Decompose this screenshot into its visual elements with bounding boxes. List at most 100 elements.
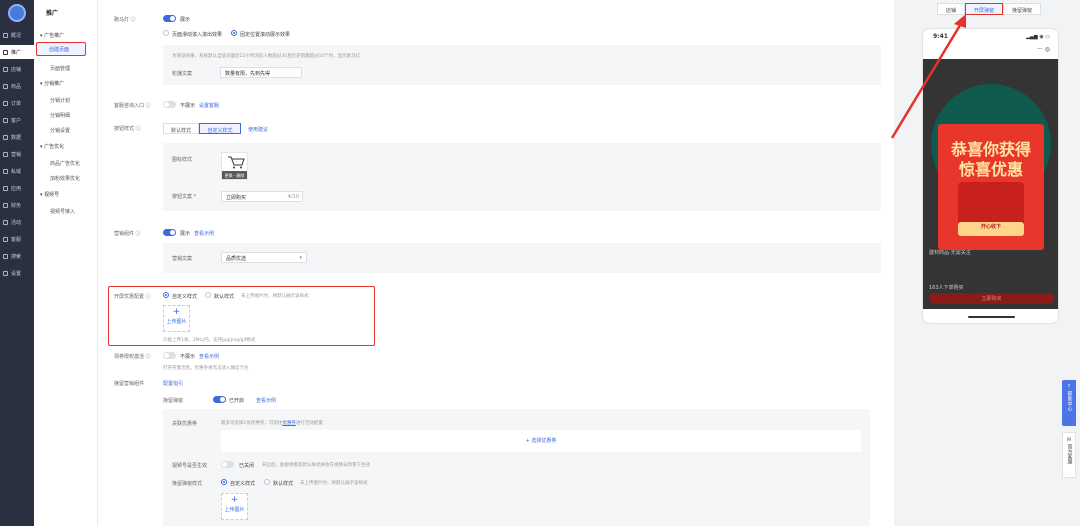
carousel-input[interactable]: 数量有限，先到先得: [220, 67, 302, 78]
sub-group-video[interactable]: ▾ 视频号: [40, 191, 59, 198]
sub-link-fans-opt[interactable]: 加粉效果优化: [50, 175, 80, 182]
mkt-text-label: 营销文案: [172, 256, 193, 262]
marquee-radio-fixed[interactable]: [231, 30, 237, 36]
sub-link-dist-plan[interactable]: 分销计划: [50, 97, 70, 104]
btn-text-count: 4/10: [287, 194, 299, 200]
coupon-page-link[interactable]: 优惠券: [282, 421, 296, 426]
nav-item-promote[interactable]: 推广: [0, 45, 34, 59]
popup-example-link[interactable]: 查看示例: [256, 397, 276, 404]
buy-button[interactable]: 立即购买: [929, 293, 1054, 304]
coupon-state: 不展示: [180, 354, 196, 360]
home-indicator: [968, 316, 1015, 318]
goods-icon: [3, 83, 8, 89]
data-icon: [3, 134, 8, 140]
app-logo[interactable]: [8, 4, 26, 22]
open-radio-custom[interactable]: [163, 292, 169, 298]
sub-link-dist-detail[interactable]: 分销明细: [50, 112, 70, 119]
sub-link-goods-opt[interactable]: 商品广告优化: [50, 160, 80, 167]
btn-style-help-link[interactable]: 使用建议: [248, 126, 268, 133]
nav-item-customer[interactable]: 客户: [0, 113, 34, 127]
service-toggle[interactable]: [163, 101, 176, 108]
open-popup-coupon[interactable]: 恭喜你获得 惊喜优惠 开心收下: [938, 124, 1044, 250]
popup-style-hint: 未上传图片时，将默认展示该样式: [300, 481, 368, 486]
official-service-button[interactable]: ✉ 官方客服: [1062, 432, 1076, 478]
capsule-icon[interactable]: ··· ◎: [1037, 46, 1050, 53]
marquee-toggle[interactable]: [163, 15, 176, 22]
btn-text-label: 按钮文案 *: [172, 194, 197, 200]
service-state: 不展示: [180, 103, 196, 109]
nav-item-service[interactable]: 客服: [0, 232, 34, 246]
open-hint: 未上传图片时，将默认展示该样式: [241, 294, 309, 299]
nav-item-private[interactable]: 私域: [0, 164, 34, 178]
sub-link-page-manage[interactable]: 页面管理: [50, 65, 70, 72]
status-icons: ▂▄▆ ◉ ▭: [1026, 34, 1050, 40]
nav-item-marketing[interactable]: 营销: [0, 147, 34, 161]
nav-item-overview[interactable]: 概况: [0, 28, 34, 42]
marquee-opt2: 固定位置滚动展示效果: [240, 32, 291, 38]
marketing-toggle[interactable]: [163, 229, 176, 236]
button-style-label: 按钮样式 ⓘ: [114, 126, 141, 132]
service-settings-link[interactable]: 设置客服: [199, 102, 219, 109]
tab-store[interactable]: 店铺: [937, 3, 966, 15]
marketing-label: 营销组件 ⓘ: [114, 231, 141, 237]
search-icon: [3, 253, 8, 259]
sub-nav-title: 推广: [46, 10, 59, 17]
nav-item-activity[interactable]: 活动: [0, 215, 34, 229]
sub-link-video-access[interactable]: 视频号接入: [50, 208, 75, 215]
help-center-button[interactable]: ? 帮助中心: [1062, 380, 1076, 426]
nav-item-search[interactable]: 搜索: [0, 249, 34, 263]
popup-upload-button[interactable]: + 上传图片: [221, 493, 248, 520]
mkt-text-select[interactable]: 品质优选 ▾: [221, 252, 307, 263]
popup-style-opt2: 默认样式: [273, 481, 294, 487]
coupon-toggle[interactable]: [163, 352, 176, 359]
sub-link-create-page[interactable]: 创建页面: [36, 42, 86, 56]
marketing-example-link[interactable]: 查看示例: [194, 230, 214, 237]
sub-link-dist-settings[interactable]: 分销设置: [50, 127, 70, 134]
video-effect-hint: 开启后，挽留弹窗及默认样式将会在视频号场景下生效: [262, 463, 370, 468]
retain-label: 挽留营销组件: [114, 381, 145, 387]
upload-hint: 只能上传1张，2M以内，支持jpg/png/gif格式: [163, 338, 256, 343]
app-icon: [3, 185, 8, 191]
finance-icon: [3, 202, 8, 208]
nav-item-data[interactable]: 数据: [0, 130, 34, 144]
nav-item-finance[interactable]: 财务: [0, 198, 34, 212]
popup-style-radio-default[interactable]: [264, 479, 270, 485]
open-radio-default[interactable]: [205, 292, 211, 298]
popup-toggle[interactable]: [213, 396, 226, 403]
nav-item-goods[interactable]: 商品: [0, 79, 34, 93]
nav-item-store[interactable]: 店铺: [0, 62, 34, 76]
coupon-example-link[interactable]: 查看示例: [199, 353, 219, 360]
btn-style-custom[interactable]: 自定义样式: [199, 123, 241, 134]
customer-icon: [3, 117, 8, 123]
sub-group-ad-opt[interactable]: ▾ 广告优化: [40, 143, 64, 150]
marquee-state: 展示: [180, 17, 191, 23]
marquee-radio-scroll[interactable]: [163, 30, 169, 36]
main-nav: 概况 推广 店铺 商品 订单 客户 数据 营销 私域 应用 财务 活动 客服 搜…: [0, 0, 34, 526]
btn-style-default[interactable]: 默认样式: [163, 123, 199, 134]
private-icon: [3, 168, 8, 174]
sub-group-distribution[interactable]: ▾ 分销推广: [40, 80, 64, 87]
sub-group-ads[interactable]: ▾ 广告推广: [40, 32, 64, 39]
accept-button[interactable]: 开心收下: [958, 222, 1024, 236]
video-effect-toggle[interactable]: [221, 461, 234, 468]
plus-icon: +: [172, 307, 181, 317]
order-icon: [3, 100, 8, 106]
tab-retain-popup[interactable]: 挽留弹窗: [1003, 3, 1042, 15]
plus-icon: +: [230, 495, 239, 505]
nav-item-app[interactable]: 应用: [0, 181, 34, 195]
select-coupon-button[interactable]: + 选择优惠券: [221, 430, 861, 452]
nav-item-order[interactable]: 订单: [0, 96, 34, 110]
status-time: 9:41: [933, 33, 948, 40]
btn-text-input[interactable]: 立即购买 4/10: [221, 191, 303, 202]
home-icon: [3, 32, 8, 38]
cart-icon: [228, 156, 245, 169]
retain-guide-link[interactable]: 配置指引: [163, 380, 183, 387]
icon-preview[interactable]: 更换 · 删除: [221, 152, 248, 180]
icon-ops[interactable]: 更换 · 删除: [222, 171, 247, 179]
tab-open-popup[interactable]: 开屏弹窗: [965, 3, 1004, 15]
popup-style-radio-custom[interactable]: [221, 479, 227, 485]
video-effect-label: 视频号是否生效: [172, 463, 208, 469]
open-upload-button[interactable]: + 上传图片: [163, 305, 190, 332]
nav-item-settings[interactable]: 设置: [0, 266, 34, 280]
marquee-settings-box: [163, 45, 881, 85]
